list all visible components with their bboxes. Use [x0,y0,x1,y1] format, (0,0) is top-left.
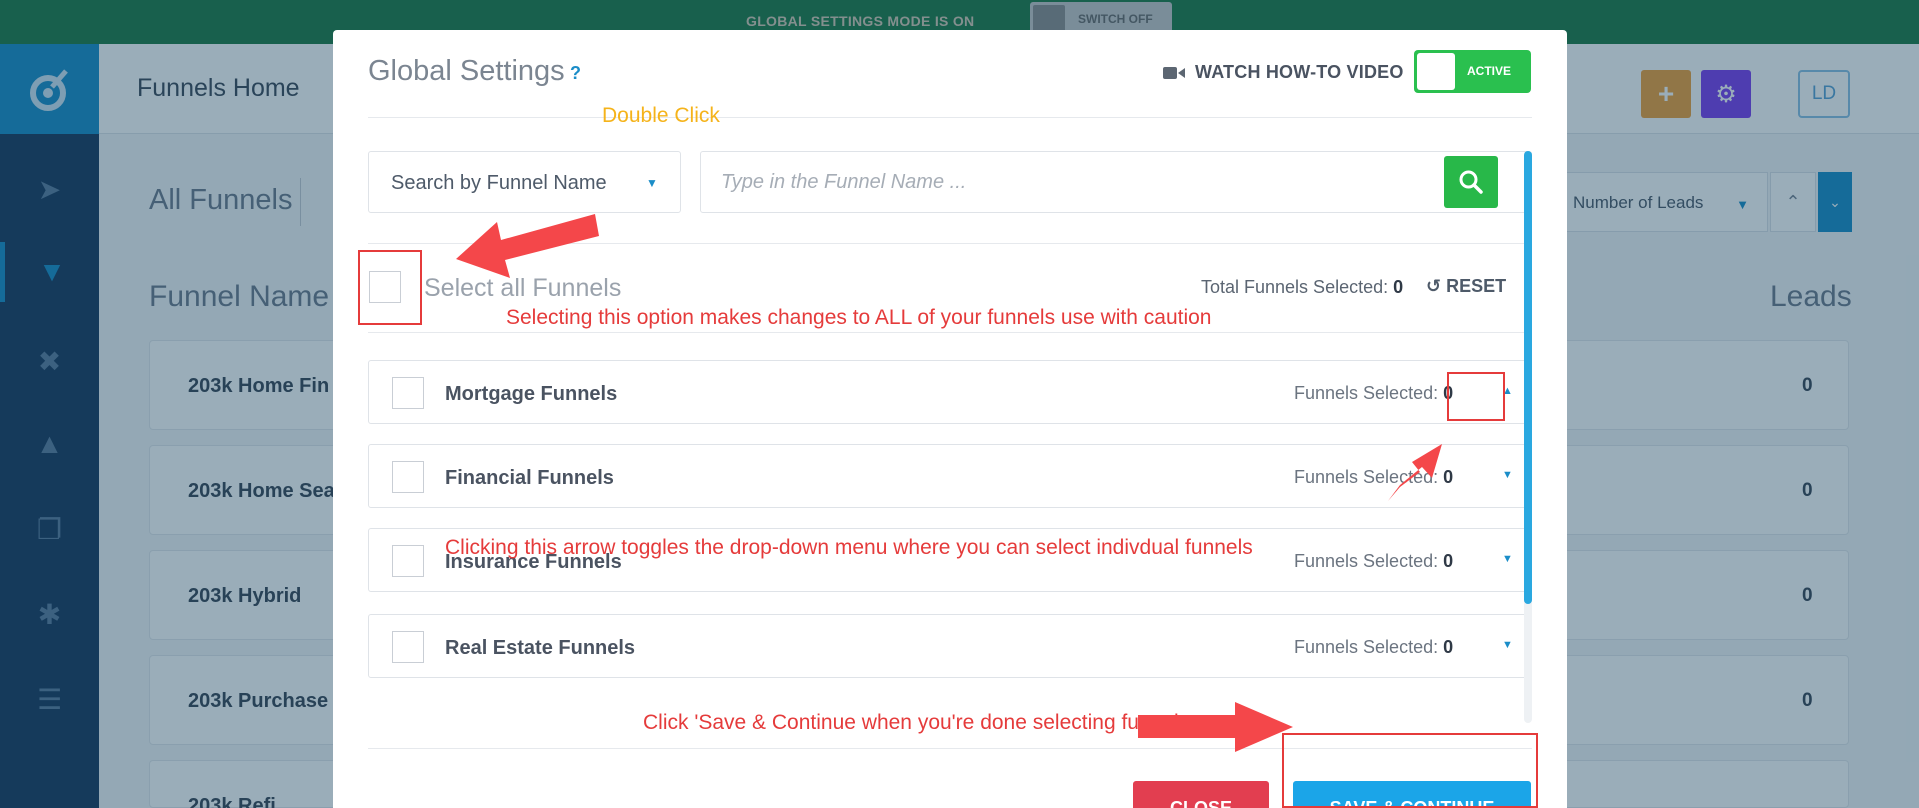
arrow-to-select-all [456,214,599,278]
annotation-arrows [456,214,1442,752]
arrow-to-dropdown-caret [1388,444,1442,501]
arrow-to-save-button [1138,702,1293,752]
